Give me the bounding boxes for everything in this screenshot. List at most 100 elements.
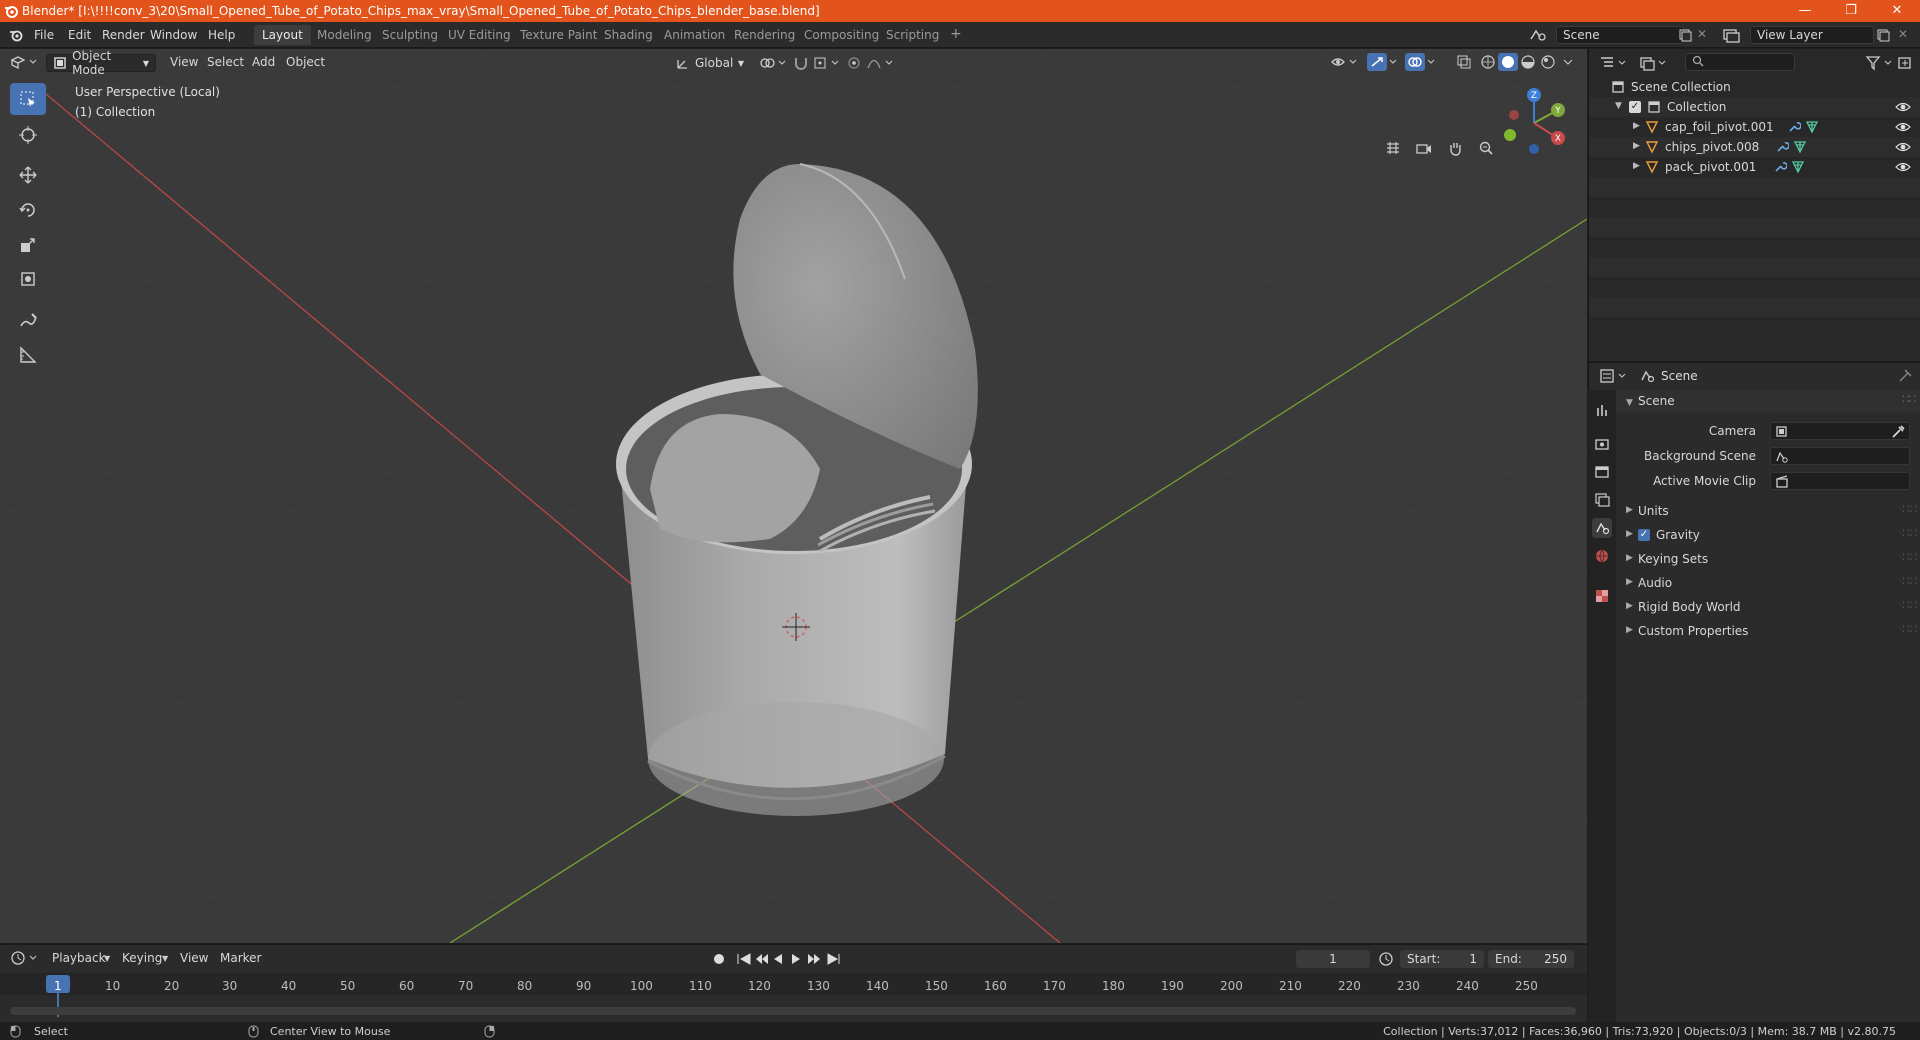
viewport-menu-add[interactable]: Add (246, 54, 281, 72)
blender-menu-icon[interactable] (8, 28, 24, 42)
timeline-menu-marker[interactable]: Marker (214, 950, 267, 968)
mesh-data-icon[interactable] (1793, 140, 1807, 154)
pan-view-icon[interactable] (1442, 135, 1468, 161)
gizmo-toggle-icon[interactable] (1366, 52, 1398, 72)
zoom-view-icon[interactable] (1473, 135, 1499, 161)
timeline-menu-playback[interactable]: Playback (46, 950, 112, 968)
play-icon[interactable] (792, 954, 800, 964)
tab-texture-paint[interactable]: Texture Paint (512, 25, 605, 45)
current-frame-field[interactable]: 1 (1296, 950, 1370, 968)
cursor-tool[interactable] (10, 119, 46, 151)
annotate-tool[interactable] (10, 305, 46, 337)
viewport-menu-select[interactable]: Select (201, 54, 250, 72)
select-box-tool[interactable] (10, 83, 46, 115)
units-section[interactable]: ▶ Units ∷∷ (1616, 500, 1920, 522)
collection-exclude-checkbox[interactable]: ✓ (1629, 101, 1641, 113)
remove-view-layer-icon[interactable]: ✕ (1898, 27, 1908, 41)
mesh-data-icon[interactable] (1791, 160, 1805, 174)
shading-mode-group[interactable] (1478, 52, 1562, 72)
object-mode-dropdown[interactable]: Object Mode ▼ (46, 49, 156, 77)
keying-sets-section[interactable]: ▶ Keying Sets ∷∷ (1616, 548, 1920, 570)
eye-icon[interactable] (1895, 160, 1911, 174)
drag-handle-icon[interactable]: ∷∷ (1902, 392, 1916, 406)
proportional-falloff-icon[interactable] (866, 55, 896, 71)
snap-target-icon[interactable] (812, 55, 842, 71)
tab-animation[interactable]: Animation (656, 25, 733, 45)
tab-rendering[interactable]: Rendering (726, 25, 803, 45)
background-scene-field[interactable] (1770, 447, 1910, 465)
visibility-selectability-icon[interactable] (1330, 54, 1360, 70)
new-view-layer-icon[interactable] (1876, 28, 1890, 42)
menu-render[interactable]: Render (102, 28, 145, 42)
viewport-menu-view[interactable]: View (164, 54, 204, 72)
xray-toggle-icon[interactable] (1456, 54, 1472, 70)
navigation-gizmo[interactable]: Z Y X (1498, 87, 1570, 159)
menu-file[interactable]: File (34, 28, 54, 42)
drag-handle-icon[interactable]: ∷∷ (1902, 598, 1917, 612)
play-reverse-icon[interactable] (774, 954, 782, 964)
new-scene-icon[interactable] (1678, 28, 1692, 42)
timeline-editor-type-icon[interactable] (10, 950, 40, 966)
3d-viewport[interactable]: Z Y X User Perspective (Local) (1) Colle… (0, 49, 1587, 943)
tab-output[interactable] (1592, 462, 1612, 482)
pin-icon[interactable] (1897, 368, 1913, 384)
view-layer-selector-icon[interactable] (1722, 27, 1744, 43)
transform-orientation-dropdown[interactable]: Global ▼ (670, 54, 750, 72)
maximize-button[interactable]: ❐ (1828, 0, 1874, 22)
mesh-data-icon[interactable] (1805, 120, 1819, 134)
outliner-row-object[interactable]: ▶ pack_pivot.001 (1589, 157, 1920, 177)
audio-section[interactable]: ▶ Audio ∷∷ (1616, 572, 1920, 594)
menu-edit[interactable]: Edit (68, 28, 91, 42)
eye-icon[interactable] (1895, 100, 1911, 114)
move-tool[interactable] (10, 159, 46, 191)
camera-view-icon[interactable] (1411, 135, 1437, 161)
outliner-editor-type-icon[interactable] (1599, 55, 1629, 71)
timeline-scrollbar[interactable] (10, 1007, 1576, 1015)
tab-scripting[interactable]: Scripting (878, 25, 947, 45)
add-workspace-button[interactable]: + (942, 25, 970, 45)
record-icon[interactable] (714, 954, 724, 964)
end-frame-field[interactable]: End: 250 (1488, 950, 1574, 968)
scene-field[interactable]: Scene (1556, 26, 1684, 44)
eyedropper-icon[interactable] (1891, 425, 1905, 439)
playback-controls[interactable] (710, 950, 856, 968)
gravity-checkbox[interactable]: ✓ (1638, 529, 1650, 541)
overlays-toggle-icon[interactable] (1404, 52, 1436, 72)
modifier-wrench-icon[interactable] (1773, 160, 1787, 174)
eye-icon[interactable] (1895, 140, 1911, 154)
timeline-menu-keying[interactable]: Keying (116, 950, 168, 968)
scene-selector-icon[interactable] (1528, 27, 1550, 43)
tab-uv-editing[interactable]: UV Editing (440, 25, 519, 45)
filter-icon[interactable] (1865, 55, 1895, 71)
tab-texture[interactable] (1592, 586, 1612, 606)
snap-icon[interactable] (792, 55, 810, 71)
close-button[interactable]: ✕ (1874, 0, 1920, 22)
rigid-body-world-section[interactable]: ▶ Rigid Body World ∷∷ (1616, 596, 1920, 618)
prev-keyframe-icon[interactable] (756, 954, 768, 964)
outliner-row-scene-collection[interactable]: Scene Collection (1589, 77, 1920, 97)
tab-world[interactable] (1592, 546, 1612, 566)
drag-handle-icon[interactable]: ∷∷ (1902, 622, 1917, 636)
minimize-button[interactable]: — (1782, 0, 1828, 22)
properties-editor-type-icon[interactable] (1599, 368, 1629, 384)
view-layer-field[interactable]: View Layer (1750, 26, 1874, 44)
jump-end-icon[interactable] (827, 953, 840, 965)
tab-scene[interactable] (1592, 518, 1612, 538)
drag-handle-icon[interactable]: ∷∷ (1902, 550, 1917, 564)
new-collection-icon[interactable] (1897, 55, 1913, 71)
tab-sculpting[interactable]: Sculpting (374, 25, 446, 45)
eye-icon[interactable] (1895, 120, 1911, 134)
active-movie-clip-field[interactable] (1770, 472, 1910, 490)
drag-handle-icon[interactable]: ∷∷ (1902, 502, 1917, 516)
camera-field[interactable] (1770, 422, 1910, 440)
menu-window[interactable]: Window (150, 28, 197, 42)
next-keyframe-icon[interactable] (808, 954, 820, 964)
tab-modeling[interactable]: Modeling (309, 25, 380, 45)
outliner-row-object[interactable]: ▶ chips_pivot.008 (1589, 137, 1920, 157)
viewport-menu-object[interactable]: Object (280, 54, 331, 72)
editor-type-icon[interactable] (10, 54, 40, 70)
transform-tool[interactable] (10, 263, 46, 295)
tab-view-layer[interactable] (1592, 490, 1612, 510)
expand-arrow-icon[interactable]: ▶ (1633, 161, 1640, 171)
outliner-search-input[interactable] (1685, 53, 1795, 71)
